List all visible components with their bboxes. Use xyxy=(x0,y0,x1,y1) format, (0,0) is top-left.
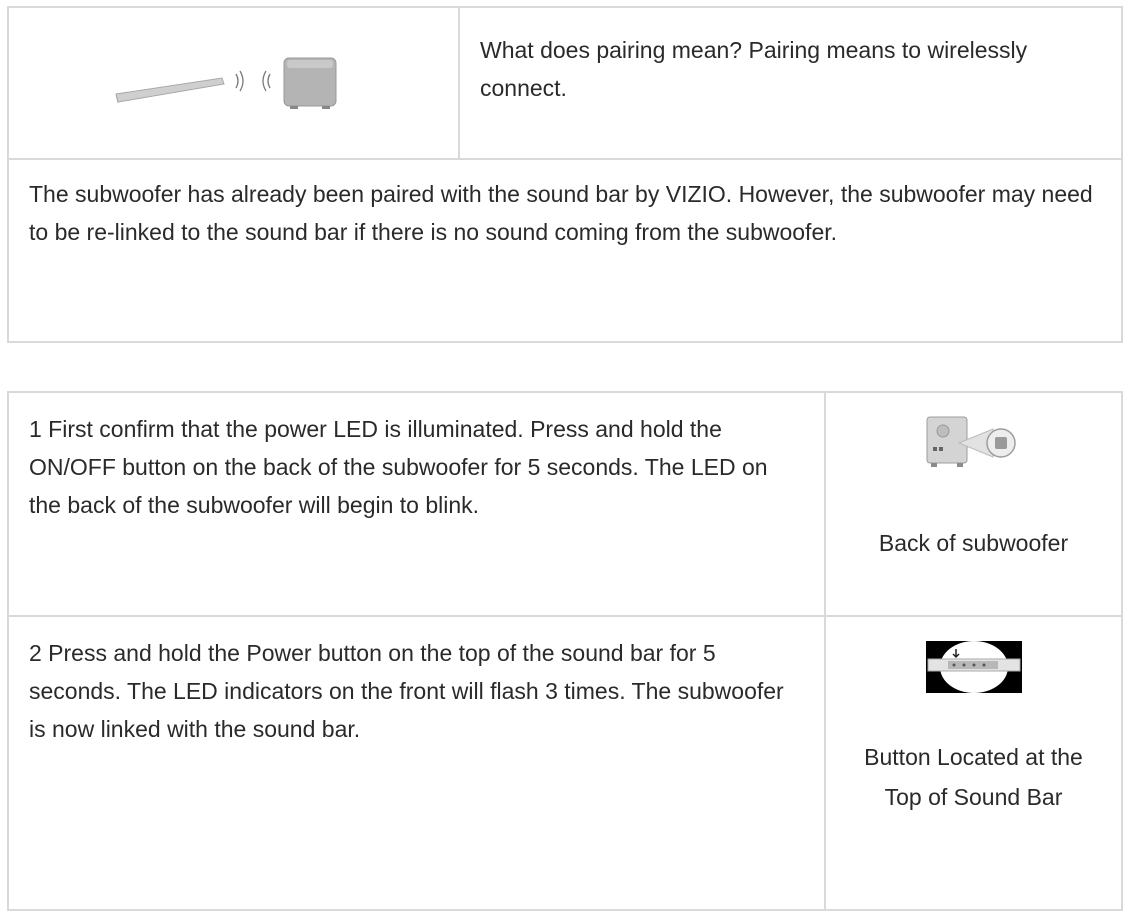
soundbar-top-button-image xyxy=(925,641,1022,693)
step-1-figure: Back of subwoofer xyxy=(824,391,1123,617)
pairing-info-table: What does pairing mean? Pairing means to… xyxy=(7,6,1123,343)
pairing-note: The subwoofer has already been paired wi… xyxy=(7,158,1123,343)
table-row: What does pairing mean? Pairing means to… xyxy=(7,6,1123,160)
step-2-caption: Button Located at the Top of Sound Bar xyxy=(864,744,1083,810)
step-1-caption: Back of subwoofer xyxy=(878,530,1069,556)
table-row: 1 First confirm that the power LED is il… xyxy=(7,391,1123,617)
step-2-text: 2 Press and hold the Power button on the… xyxy=(7,615,826,911)
subwoofer-back-image xyxy=(926,416,1016,467)
step-1-text: 1 First confirm that the power LED is il… xyxy=(7,391,826,617)
pairing-definition: What does pairing mean? Pairing means to… xyxy=(458,6,1123,160)
relink-steps-table: 1 First confirm that the power LED is il… xyxy=(7,391,1123,911)
table-row: 2 Press and hold the Power button on the… xyxy=(7,615,1123,911)
soundbar-subwoofer-wireless-image xyxy=(115,57,337,109)
table-row: The subwoofer has already been paired wi… xyxy=(7,158,1123,343)
step-2-figure: Button Located at the Top of Sound Bar xyxy=(824,615,1123,911)
pairing-image-cell xyxy=(7,6,460,160)
